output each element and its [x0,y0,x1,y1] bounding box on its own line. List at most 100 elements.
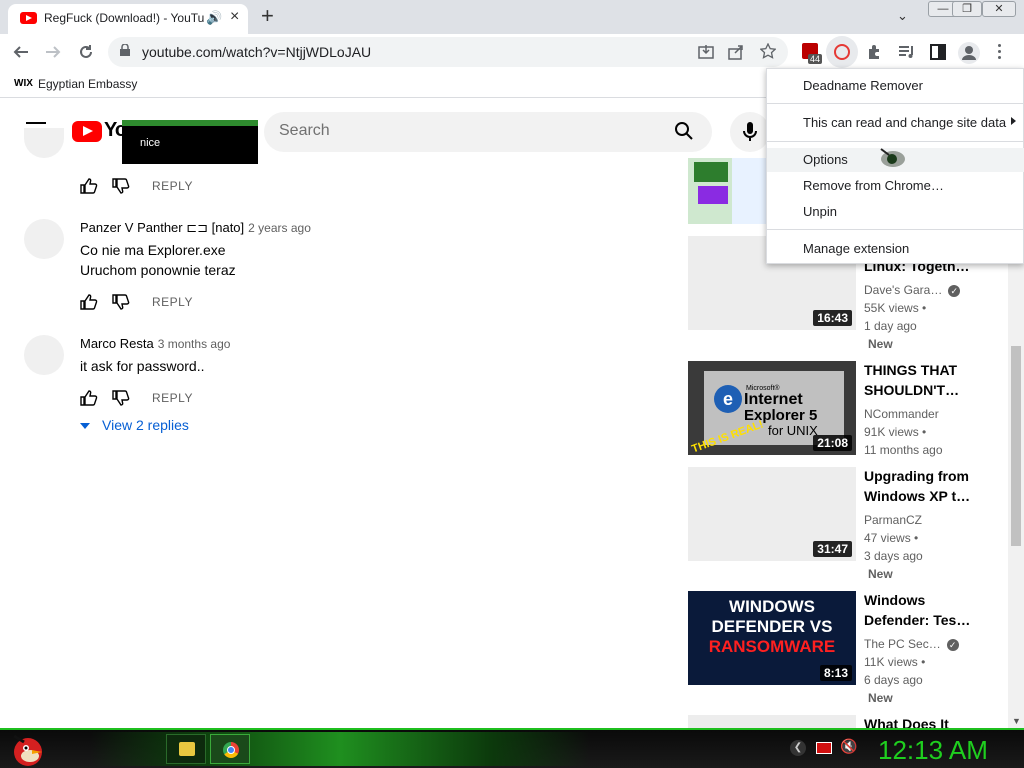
forward-arrow-icon[interactable] [44,43,62,61]
share-icon[interactable] [728,44,744,60]
start-button-angry-bird-icon[interactable] [8,732,46,766]
chrome-icon [223,742,239,758]
view-replies-button[interactable]: View 2 replies [80,417,189,433]
taskbar: ❮ 🔇 12:13 AM [0,728,1024,768]
new-badge: New [868,337,893,351]
speaker-icon[interactable]: 🔊 [206,10,222,26]
youtube-search-input[interactable]: Search [264,112,712,152]
video-thumbnail[interactable]: 31:47 [688,467,856,561]
video-channel[interactable]: The PC Sec… ✓ [864,635,959,653]
tooltip-text: nice [140,137,161,149]
video-age: 6 days ago [864,673,923,687]
new-tab-button[interactable]: + [261,4,274,28]
search-placeholder: Search [279,122,330,139]
flag-icon[interactable] [816,742,832,754]
voice-search-button[interactable] [730,112,770,152]
new-badge: New [868,567,893,581]
microphone-icon [743,122,757,141]
remove-from-chrome-menu-item[interactable]: Remove from Chrome… [803,178,944,193]
person-icon [962,46,976,60]
video-title[interactable]: Windows Defender: Tes… [864,590,974,630]
video-views: 91K views • [864,425,927,439]
restore-button[interactable]: ❐ [952,1,982,17]
video-duration: 31:47 [813,541,852,557]
extension-name[interactable]: Deadname Remover [803,78,923,93]
address-bar[interactable]: youtube.com/watch?v=NtjjWDLoJAU [108,37,788,67]
comment-author[interactable]: Panzer V Panther ⊏⊐ [nato] 2 years ago [80,220,311,236]
circle-icon [834,44,850,60]
youtube-logo-icon[interactable] [72,121,102,142]
bookmark-star-icon[interactable] [760,43,776,59]
comment-time[interactable]: 2 years ago [248,221,311,235]
like-icon[interactable] [80,390,98,406]
network-icon[interactable]: ❮ [790,740,806,756]
scrollbar-thumb[interactable] [1011,346,1021,546]
scroll-down-arrow-icon[interactable]: ▼ [1012,716,1021,726]
kebab-menu-icon[interactable] [998,44,1002,60]
folder-icon [179,742,195,756]
profile-avatar[interactable] [958,42,980,64]
reload-icon[interactable] [77,43,95,61]
reply-button[interactable]: REPLY [152,179,193,193]
manage-extension-menu-item[interactable]: Manage extension [803,241,909,256]
wix-favicon-icon: WIX [14,78,33,89]
unpin-menu-item[interactable]: Unpin [803,204,837,219]
close-window-button[interactable]: ✕ [982,1,1016,17]
url-text[interactable]: youtube.com/watch?v=NtjjWDLoJAU [142,44,371,60]
options-menu-item[interactable]: Options [803,152,848,167]
tab-search-icon[interactable]: ⌄ [897,8,908,24]
comment-author[interactable]: Marco Resta 3 months ago [80,336,230,351]
ie-logo-icon: e [714,385,742,413]
tab-close-icon[interactable]: × [230,8,239,26]
video-duration: 21:08 [813,435,852,451]
taskbar-glow [90,732,590,766]
video-title[interactable]: THINGS THAT SHOULDN'T… [864,360,974,400]
dislike-icon[interactable] [112,390,130,406]
video-views: 11K views • [864,655,926,669]
eye-cursor-icon [880,148,905,167]
bookmark-egyptian-embassy[interactable]: Egyptian Embassy [38,77,137,91]
video-channel[interactable]: NCommander [864,405,939,423]
comment-time[interactable]: 3 months ago [158,337,231,351]
video-title[interactable]: What Does It [864,714,974,728]
submenu-arrow-icon [1011,117,1016,125]
lock-icon[interactable] [120,44,130,56]
puzzle-extensions-icon[interactable] [866,44,882,60]
tab-strip: RegFuck (Download!) - YouTube 🔊 × + ⌄ — … [0,0,1024,34]
video-thumbnail[interactable] [688,715,856,728]
dislike-icon[interactable] [112,178,130,194]
video-channel[interactable]: ParmanCZ [864,511,922,529]
reply-button[interactable]: REPLY [152,295,193,309]
commenter-avatar[interactable] [24,335,64,375]
chrome-taskbar-button[interactable] [210,734,250,764]
deadname-remover-extension-button[interactable] [826,36,858,68]
video-thumbnail[interactable]: WINDOWS DEFENDER VS RANSOMWARE 8:13 [688,591,856,685]
install-app-icon[interactable] [698,44,714,60]
extension-context-menu: Deadname Remover This can read and chang… [766,68,1024,264]
comment-text: it ask for password.. [80,358,205,374]
site-access-menu-item[interactable]: This can read and change site data [803,115,1006,130]
video-title[interactable]: Upgrading from Windows XP t… [864,466,974,506]
reply-button[interactable]: REPLY [152,391,193,405]
video-thumbnail[interactable]: e Microsoft® Internet Explorer 5 for UNI… [688,361,856,455]
system-clock[interactable]: 12:13 AM [878,735,988,766]
comment-text: Co nie ma Explorer.exe Uruchom ponownie … [80,242,236,278]
video-age: 11 months ago [864,443,943,457]
search-icon[interactable] [674,121,694,141]
volume-muted-icon[interactable]: 🔇 [840,738,857,755]
commenter-avatar[interactable] [24,219,64,259]
expand-triangle-icon [80,423,90,430]
file-explorer-taskbar-button[interactable] [166,734,206,764]
browser-toolbar: youtube.com/watch?v=NtjjWDLoJAU 44 [0,34,1024,72]
like-icon[interactable] [80,294,98,310]
back-arrow-icon[interactable] [12,43,30,61]
browser-tab[interactable]: RegFuck (Download!) - YouTube 🔊 × [8,4,248,34]
tab-title: RegFuck (Download!) - YouTube [44,11,204,25]
video-age: 1 day ago [864,319,917,333]
like-icon[interactable] [80,178,98,194]
dislike-icon[interactable] [112,294,130,310]
video-channel[interactable]: Dave's Gara… ✓ [864,281,961,299]
video-duration: 16:43 [813,310,852,326]
side-panel-icon[interactable] [930,44,946,60]
media-playlist-icon[interactable] [898,44,916,60]
